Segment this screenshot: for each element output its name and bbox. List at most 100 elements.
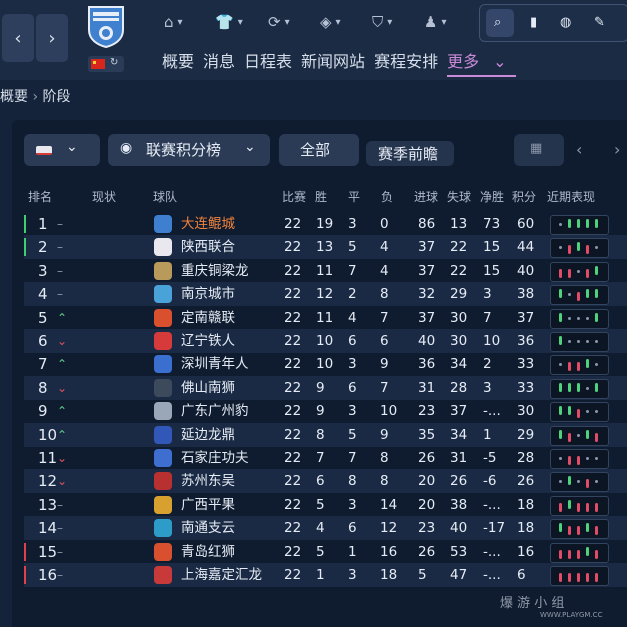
table-row[interactable]: 1– 大连鲲城 22 19 3 0 86 13 73 60 — [24, 212, 627, 236]
header-goals-against[interactable]: 失球 — [447, 188, 471, 205]
table-row[interactable]: 2– 陕西联合 22 13 5 4 37 22 15 44 — [24, 235, 627, 260]
team-logo-icon[interactable] — [154, 449, 172, 467]
team-name-link[interactable]: 深圳青年人 — [181, 352, 249, 376]
team-name-link[interactable]: 青岛红狮 — [181, 540, 235, 564]
header-lost[interactable]: 负 — [381, 188, 393, 205]
header-movement[interactable]: 现状 — [92, 188, 116, 205]
header-points[interactable]: 积分 — [512, 188, 536, 205]
back-button[interactable]: ‹ — [2, 14, 34, 62]
team-logo-icon[interactable] — [154, 495, 172, 514]
globe-icon[interactable]: ◍ — [560, 15, 571, 30]
form-indicator[interactable] — [550, 308, 609, 329]
header-won[interactable]: 胜 — [315, 188, 327, 205]
transfers-menu[interactable]: ⟳ ▾ — [268, 8, 290, 36]
nation-selector[interactable]: ↻ — [88, 56, 124, 72]
form-indicator[interactable] — [550, 378, 609, 399]
team-name-link[interactable]: 延边龙鼎 — [181, 423, 235, 447]
competition-selector[interactable]: ⌄ — [24, 134, 100, 166]
header-goals-for[interactable]: 进球 — [414, 188, 438, 205]
club-menu[interactable]: ⛉ ▾ — [372, 8, 392, 36]
form-indicator[interactable] — [550, 285, 609, 306]
table-row[interactable]: 5 ⌃ 定南赣联 22 11 4 7 37 30 7 37 — [24, 306, 627, 330]
team-logo-icon[interactable] — [154, 238, 172, 257]
table-row[interactable]: 7 ⌃ 深圳青年人 22 10 3 9 36 34 2 33 — [24, 352, 627, 376]
table-row[interactable]: 3– 重庆铜梁龙 22 11 7 4 37 22 15 40 — [24, 259, 627, 283]
team-name-link[interactable]: 定南赣联 — [181, 306, 235, 330]
form-indicator[interactable] — [550, 355, 609, 376]
team-name-link[interactable]: 上海嘉定汇龙 — [181, 563, 262, 587]
team-name-link[interactable]: 陕西联合 — [181, 235, 235, 259]
form-indicator[interactable] — [550, 215, 609, 235]
header-played[interactable]: 比赛 — [282, 188, 306, 205]
table-row[interactable]: 6 ⌄ 辽宁铁人 22 10 6 6 40 30 10 36 — [24, 329, 627, 353]
form-indicator[interactable] — [550, 449, 609, 469]
next-stage-button[interactable]: › — [614, 140, 620, 159]
form-indicator[interactable] — [550, 425, 609, 446]
header-position[interactable]: 排名 — [28, 188, 52, 205]
table-row[interactable]: 8 ⌄ 佛山南狮 22 9 6 7 31 28 3 33 — [24, 375, 627, 400]
table-row[interactable]: 10 ⌃ 延边龙鼎 22 8 5 9 35 34 1 29 — [24, 422, 627, 447]
form-indicator[interactable] — [550, 519, 609, 540]
table-row[interactable]: 9 ⌃ 广东广州豹 22 9 3 10 23 37 -... 30 — [24, 399, 627, 423]
team-name-link[interactable]: 石家庄功夫 — [181, 446, 249, 470]
club-crest[interactable] — [86, 4, 126, 48]
table-row[interactable]: 14– 南通支云 22 4 6 12 23 40 -17 18 — [24, 516, 627, 541]
team-logo-icon[interactable] — [154, 542, 172, 561]
table-row[interactable]: 4– 南京城市 22 12 2 8 32 29 3 38 — [24, 282, 627, 307]
team-name-link[interactable]: 佛山南狮 — [181, 376, 235, 400]
team-name-link[interactable]: 南京城市 — [181, 282, 235, 306]
team-logo-icon[interactable] — [154, 261, 172, 280]
team-logo-icon[interactable] — [154, 308, 172, 327]
team-logo-icon[interactable] — [154, 519, 172, 538]
tactics-menu[interactable]: ◈ ▾ — [320, 8, 341, 36]
header-drawn[interactable]: 平 — [348, 188, 360, 205]
table-type-dropdown[interactable]: ◉ 联赛积分榜 ⌄ — [108, 134, 270, 166]
header-goal-difference[interactable]: 净胜 — [480, 188, 504, 205]
table-row[interactable]: 11 ⌄ 石家庄功夫 22 7 7 8 26 31 -5 28 — [24, 446, 627, 470]
team-logo-icon[interactable] — [154, 215, 172, 233]
team-logo-icon[interactable] — [154, 472, 172, 491]
team-name-link[interactable]: 广东广州豹 — [181, 399, 249, 423]
table-row[interactable]: 15– 青岛红狮 22 5 1 16 26 53 -... 16 — [24, 540, 627, 564]
team-logo-icon[interactable] — [154, 378, 172, 397]
tab-news[interactable]: 消息 — [203, 48, 235, 77]
table-row[interactable]: 13– 广西平果 22 5 3 14 20 38 -... 18 — [24, 493, 627, 517]
tab-overview[interactable]: 概要 — [162, 48, 194, 77]
team-logo-icon[interactable] — [154, 402, 172, 421]
team-logo-icon[interactable] — [154, 332, 172, 350]
team-name-link[interactable]: 辽宁铁人 — [181, 329, 235, 353]
season-preview-button[interactable]: 赛季前瞻 — [366, 141, 454, 166]
table-row[interactable]: 12 ⌄ 苏州东吴 22 6 8 8 20 26 -6 26 — [24, 469, 627, 494]
form-indicator[interactable] — [550, 261, 609, 282]
team-name-link[interactable]: 广西平果 — [181, 493, 235, 517]
forward-button[interactable]: › — [36, 14, 68, 62]
breadcrumb-parent[interactable]: 概要 — [0, 89, 28, 105]
form-indicator[interactable] — [550, 332, 609, 352]
filter-all-button[interactable]: 全部 — [279, 134, 359, 166]
form-indicator[interactable] — [550, 472, 609, 493]
tab-news-site[interactable]: 新闻网站 — [301, 48, 365, 77]
form-indicator[interactable] — [550, 402, 609, 423]
form-indicator[interactable] — [550, 566, 609, 586]
home-menu[interactable]: ⌂ ▾ — [164, 8, 183, 36]
form-indicator[interactable] — [550, 495, 609, 516]
manager-menu[interactable]: ♟ ▾ — [424, 8, 446, 36]
previous-stage-button[interactable]: ‹ — [576, 140, 582, 159]
team-name-link[interactable]: 大连鲲城 — [181, 212, 235, 236]
team-logo-icon[interactable] — [154, 566, 172, 584]
header-form[interactable]: 近期表现 — [547, 188, 595, 205]
tab-fixtures[interactable]: 赛程安排 — [374, 48, 438, 77]
table-row[interactable]: 16– 上海嘉定汇龙 22 1 3 18 5 47 -... 6 — [24, 563, 627, 587]
squad-menu[interactable]: 👕 ▾ — [215, 8, 243, 36]
form-indicator[interactable] — [550, 238, 609, 259]
team-logo-icon[interactable] — [154, 285, 172, 304]
pencil-icon[interactable]: ✎ — [594, 15, 605, 30]
team-logo-icon[interactable] — [154, 355, 172, 374]
bookmark-icon[interactable]: ▮ — [530, 15, 537, 30]
team-logo-icon[interactable] — [154, 425, 172, 444]
calendar-button[interactable]: ▦ — [514, 134, 564, 166]
header-team[interactable]: 球队 — [153, 188, 177, 205]
tab-schedule[interactable]: 日程表 — [244, 48, 292, 77]
team-name-link[interactable]: 苏州东吴 — [181, 469, 235, 493]
team-name-link[interactable]: 重庆铜梁龙 — [181, 259, 249, 283]
